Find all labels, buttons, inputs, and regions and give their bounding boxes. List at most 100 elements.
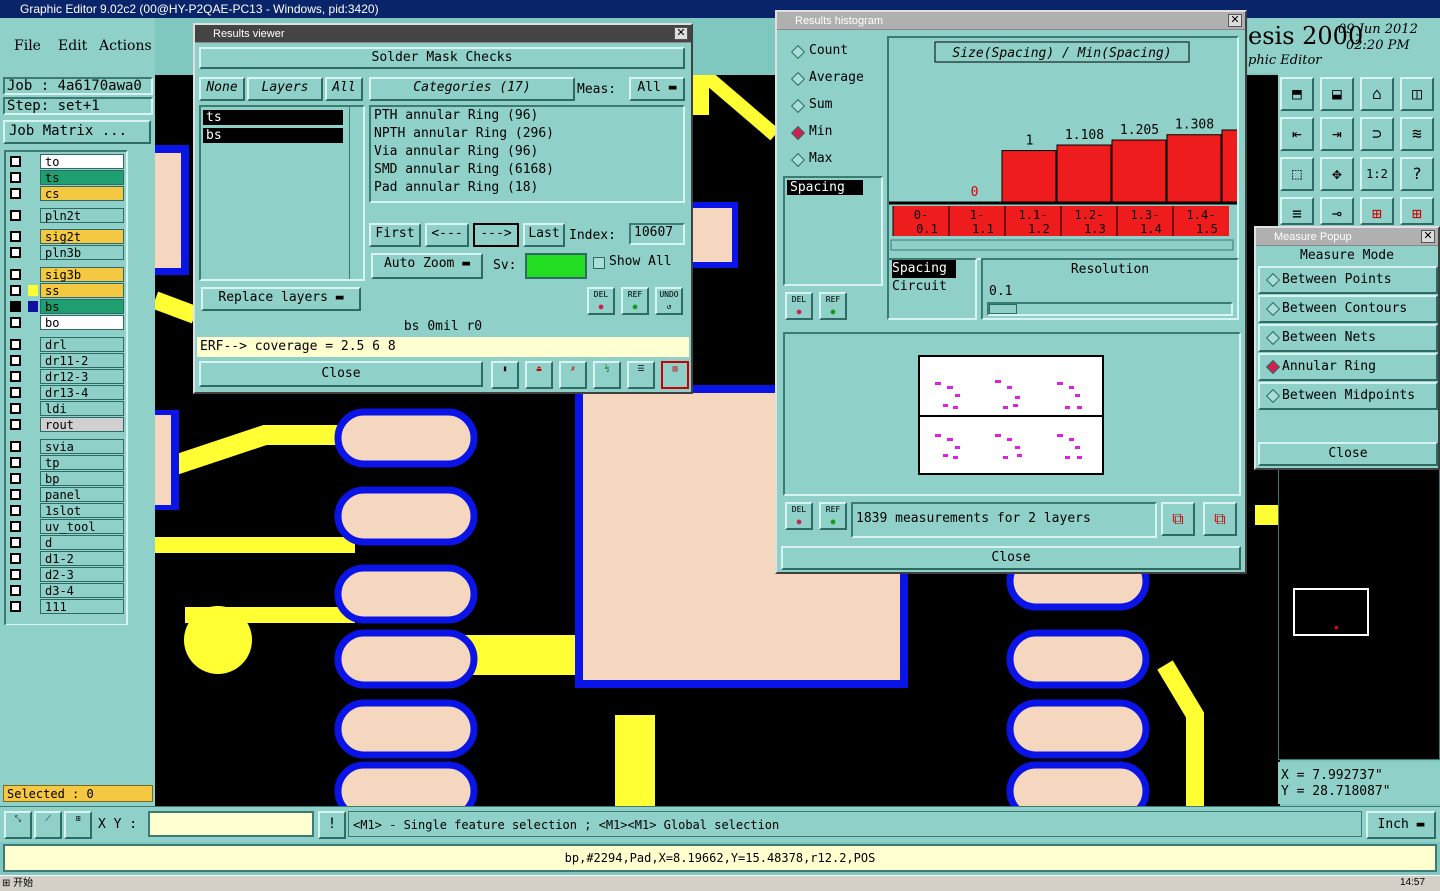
preview-del-button[interactable]: DEL ● — [785, 502, 813, 530]
step-icon[interactable]: ½ — [593, 361, 621, 389]
meas-dropdown[interactable]: All ▬ — [629, 77, 685, 101]
layer-checkbox[interactable] — [10, 521, 21, 532]
option-min[interactable]: Min — [783, 123, 883, 143]
hist-del-button[interactable]: DEL ● — [785, 292, 813, 320]
toolbar-icon-6[interactable]: ⇥ — [1320, 117, 1354, 151]
report-icon[interactable]: ☰ — [627, 361, 655, 389]
layer-row-dr13-4[interactable]: dr13-4 — [6, 385, 124, 400]
close-icon[interactable]: ✕ — [1228, 14, 1242, 27]
snap-icon[interactable]: ⊞ — [64, 811, 92, 839]
layer-row-d[interactable]: d — [6, 535, 124, 550]
layer-name[interactable]: ts — [40, 170, 124, 185]
layer-checkbox[interactable] — [10, 387, 21, 398]
layer-checkbox[interactable] — [10, 403, 21, 414]
measure-icon[interactable]: ⟋ — [34, 811, 62, 839]
param-listbox[interactable]: Spacing — [783, 176, 883, 286]
layer-checkbox[interactable] — [10, 457, 21, 468]
layer-checkbox[interactable] — [10, 301, 21, 312]
layer-name[interactable]: svia — [40, 439, 124, 454]
chart-icon[interactable]: ▮ — [491, 361, 519, 389]
layer-name[interactable]: d3-4 — [40, 583, 124, 598]
layer-row-tp[interactable]: tp — [6, 455, 124, 470]
layer-name[interactable]: bs — [40, 299, 124, 314]
mode-annular-ring[interactable]: Annular Ring — [1258, 353, 1438, 381]
measure-popup-titlebar[interactable]: Measure Popup ✕ — [1256, 228, 1438, 246]
show-all-checkbox[interactable] — [593, 257, 605, 269]
mini-map[interactable] — [1278, 468, 1440, 760]
units-dropdown[interactable]: Inch ▬ — [1366, 811, 1436, 839]
layer-name[interactable]: uv_tool — [40, 519, 124, 534]
layer-checkbox[interactable] — [10, 269, 21, 280]
zoom-to-icon[interactable]: ⧉ — [1161, 502, 1195, 536]
zoom-from-icon[interactable]: ⧉ — [1203, 502, 1237, 536]
layer-checkbox[interactable] — [10, 505, 21, 516]
preview-ref-button[interactable]: REF ● — [819, 502, 847, 530]
layer-list-scrollbar[interactable] — [349, 107, 361, 279]
histogram-bar[interactable] — [1221, 129, 1277, 203]
ref-delete-icon[interactable]: ✗ — [559, 361, 587, 389]
toolbar-icon-13[interactable]: ≡ — [1280, 197, 1314, 225]
layer-checkbox[interactable] — [10, 172, 21, 183]
layer-checkbox[interactable] — [10, 441, 21, 452]
layer-row-svia[interactable]: svia — [6, 439, 124, 454]
layer-row-pln2t[interactable]: pln2t — [6, 208, 124, 223]
index-field[interactable]: 10607 — [629, 223, 685, 245]
layer-name[interactable]: 1slot — [40, 503, 124, 518]
mode-between-contours[interactable]: Between Contours — [1258, 295, 1438, 323]
layer-name[interactable]: ldi — [40, 401, 124, 416]
xy-input[interactable] — [148, 811, 314, 837]
chart-scrollbar[interactable] — [890, 239, 1234, 251]
layer-row-d3-4[interactable]: d3-4 — [6, 583, 124, 598]
layer-checkbox[interactable] — [10, 569, 21, 580]
layer-name[interactable]: d1-2 — [40, 551, 124, 566]
categories-button[interactable]: Categories (17) — [369, 77, 575, 101]
histogram-titlebar[interactable]: Results histogram ✕ — [777, 12, 1245, 30]
layer-name[interactable]: 111 — [40, 599, 124, 614]
layer-checkbox[interactable] — [10, 489, 21, 500]
category-item[interactable]: NPTH annular Ring (296) — [374, 125, 683, 143]
category-item[interactable]: Via annular Ring (96) — [374, 143, 683, 161]
menu-actions[interactable]: Actions — [99, 38, 152, 54]
toolbar-icon-4[interactable]: ◫ — [1400, 77, 1434, 111]
layer-row-rout[interactable]: rout — [6, 417, 124, 432]
metric-item-spacing[interactable]: Spacing — [892, 260, 956, 278]
select-icon[interactable]: ⤡ — [4, 811, 32, 839]
layers-button[interactable]: Layers — [247, 77, 323, 101]
layer-row-cs[interactable]: cs — [6, 186, 124, 201]
histogram-bar[interactable] — [1056, 144, 1112, 203]
toolbar-icon-15[interactable]: ⊞ — [1360, 197, 1394, 225]
toolbar-icon-7[interactable]: ⊃ — [1360, 117, 1394, 151]
option-count[interactable]: Count — [783, 42, 883, 62]
layer-checkbox[interactable] — [10, 553, 21, 564]
toolbar-icon-10[interactable]: ✥ — [1320, 157, 1354, 191]
layer-checkbox[interactable] — [10, 247, 21, 258]
layer-name[interactable]: sig3b — [40, 267, 124, 282]
info-icon[interactable]: ! — [318, 811, 346, 839]
exit-icon[interactable]: ⏏ — [525, 361, 553, 389]
layer-item-bs[interactable]: bs — [203, 128, 343, 143]
layer-checkbox[interactable] — [10, 188, 21, 199]
layer-row-uv_tool[interactable]: uv_tool — [6, 519, 124, 534]
metric-item-circuit[interactable]: Circuit — [892, 278, 975, 296]
layer-checkbox[interactable] — [10, 317, 21, 328]
layer-row-1slot[interactable]: 1slot — [6, 503, 124, 518]
layer-checkbox[interactable] — [10, 231, 21, 242]
layer-checkbox[interactable] — [10, 419, 21, 430]
layers-none-button[interactable]: None — [199, 77, 245, 101]
layer-row-ss[interactable]: ss — [6, 283, 124, 298]
category-item[interactable]: SMD annular Ring (6168) — [374, 161, 683, 179]
layer-name[interactable]: d2-3 — [40, 567, 124, 582]
toolbar-icon-16[interactable]: ⊞ — [1400, 197, 1434, 225]
layer-checkbox[interactable] — [10, 285, 21, 296]
toolbar-icon-1[interactable]: ⬒ — [1280, 77, 1314, 111]
mode-between-midpoints[interactable]: Between Midpoints — [1258, 382, 1438, 410]
option-sum[interactable]: Sum — [783, 96, 883, 116]
toolbar-icon-12[interactable]: ? — [1400, 157, 1434, 191]
close-button[interactable]: Close — [199, 361, 483, 387]
toolbar-icon-3[interactable]: ⌂ — [1360, 77, 1394, 111]
histogram-bar[interactable] — [1166, 134, 1222, 203]
start-button[interactable]: ⊞ 开始 — [2, 877, 54, 891]
prev-button[interactable]: <--- — [425, 223, 469, 247]
metric-listbox[interactable]: Spacing Circuit — [887, 258, 977, 320]
layer-name[interactable]: cs — [40, 186, 124, 201]
